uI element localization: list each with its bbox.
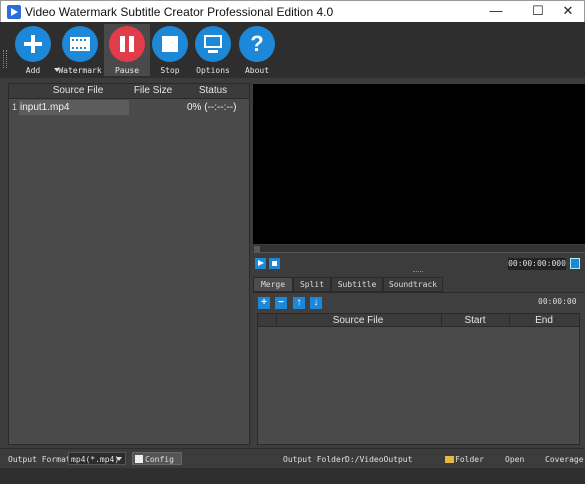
header-source-file[interactable]: Source File: [19, 85, 137, 96]
table-header: Source File File Size Status: [9, 84, 249, 99]
tab-soundtrack[interactable]: Soundtrack: [383, 277, 443, 292]
minimize-button[interactable]: —: [478, 1, 514, 22]
header-status[interactable]: Status: [185, 85, 241, 96]
merge-add-button[interactable]: +: [258, 297, 270, 309]
merge-table-header: Source File Start End: [258, 314, 579, 327]
config-label: Config: [145, 455, 174, 464]
about-button[interactable]: ? About: [234, 24, 280, 76]
folder-button[interactable]: Folder: [455, 455, 484, 464]
tab-bar: Merge Split Subtitle Soundtrack: [253, 277, 585, 292]
open-button[interactable]: Open: [505, 455, 524, 464]
snapshot-icon[interactable]: [570, 258, 580, 269]
pause-icon: [109, 26, 145, 62]
question-icon: ?: [239, 26, 275, 62]
tab-split[interactable]: Split: [293, 277, 331, 292]
merge-remove-button[interactable]: −: [275, 297, 287, 309]
output-format-label: Output Format: [8, 455, 71, 464]
file-list-table[interactable]: Source File File Size Status 1 input1.mp…: [8, 83, 250, 445]
playback-time: 00:00:00:000: [508, 258, 566, 270]
title-bar: Video Watermark Subtitle Creator Profess…: [0, 0, 585, 22]
merge-total-time: 00:00:00: [538, 297, 577, 306]
seek-slider[interactable]: [253, 245, 585, 253]
video-preview[interactable]: [253, 84, 585, 244]
output-folder-path[interactable]: D:/VideoOutput: [345, 455, 412, 464]
output-folder-label: Output Folder: [283, 455, 346, 464]
status-bar: [0, 468, 585, 484]
config-checkbox[interactable]: [135, 455, 143, 463]
output-format-select[interactable]: mp4(*.mp4): [68, 452, 126, 465]
window-title: Video Watermark Subtitle Creator Profess…: [25, 5, 334, 19]
cell-source-file[interactable]: input1.mp4: [19, 100, 129, 115]
header-file-size[interactable]: File Size: [129, 85, 177, 96]
tab-subtitle[interactable]: Subtitle: [331, 277, 383, 292]
merge-header-start[interactable]: Start: [441, 315, 509, 326]
splitter-handle[interactable]: [413, 271, 423, 272]
merge-file-table[interactable]: Source File Start End: [257, 313, 580, 445]
row-index: 1: [12, 102, 18, 112]
cell-status[interactable]: 0% (--:--:--): [187, 100, 247, 115]
output-settings-bar: Output Format mp4(*.mp4) Config Output F…: [0, 448, 585, 468]
stop-playback-icon[interactable]: [269, 258, 280, 269]
plus-icon: [15, 26, 51, 62]
output-format-value: mp4(*.mp4): [71, 455, 120, 464]
film-icon: [62, 26, 98, 62]
add-button[interactable]: Add: [10, 24, 60, 76]
tab-merge[interactable]: Merge: [253, 277, 293, 292]
folder-icon: [445, 456, 454, 463]
cell-file-size[interactable]: [129, 100, 177, 115]
merge-header-source-file[interactable]: Source File: [276, 315, 440, 326]
config-button[interactable]: Config: [132, 452, 182, 465]
play-icon[interactable]: [255, 258, 266, 269]
seek-slider-handle[interactable]: [254, 246, 260, 252]
watermark-button[interactable]: Watermark: [57, 24, 103, 76]
toolbar: Add Watermark Pause Stop Options ? About: [0, 22, 585, 78]
about-label: About: [244, 66, 270, 75]
move-up-button[interactable]: ↑: [293, 297, 305, 309]
close-button[interactable]: ✕: [550, 1, 585, 22]
app-icon: [7, 5, 21, 19]
stop-icon: [152, 26, 188, 62]
chevron-down-icon: [116, 457, 122, 461]
monitor-icon: [195, 26, 231, 62]
move-down-button[interactable]: ↓: [310, 297, 322, 309]
coverage-checkbox[interactable]: Coverage: [545, 455, 584, 464]
merge-header-end[interactable]: End: [509, 315, 579, 326]
